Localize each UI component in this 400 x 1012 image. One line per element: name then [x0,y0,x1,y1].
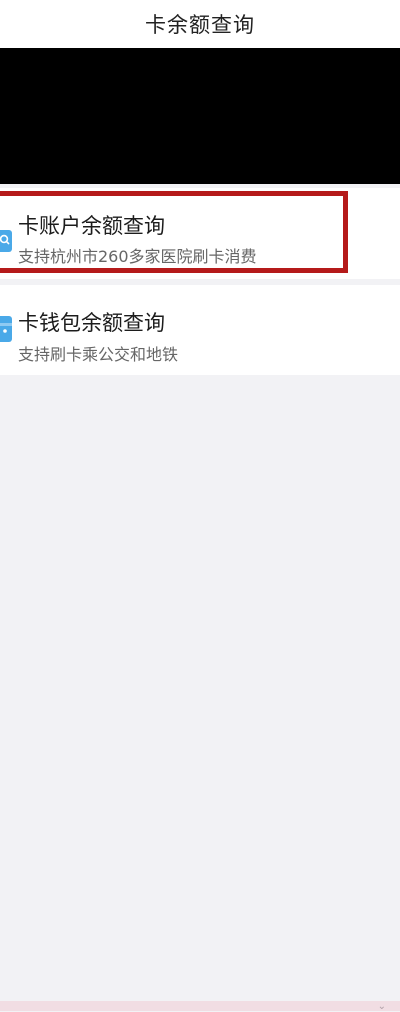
banner-image [0,48,400,184]
chevron-down-icon: ⌄ [377,1001,386,1012]
top-bar: 卡余额查询 [0,0,400,48]
card-title: 卡账户余额查询 [18,214,165,238]
card-account-balance-query[interactable]: 卡账户余额查询 支持杭州市260多家医院刷卡消费 [0,188,400,279]
card-subtitle: 支持刷卡乘公交和地铁 [18,345,179,364]
page-title: 卡余额查询 [145,13,255,37]
search-card-icon [0,230,14,256]
wallet-icon [0,314,14,348]
bottom-bar: ⌄ [0,1001,400,1012]
card-subtitle: 支持杭州市260多家医院刷卡消费 [18,247,257,266]
card-title: 卡钱包余额查询 [18,311,165,335]
card-wallet-balance-query[interactable]: 卡钱包余额查询 支持刷卡乘公交和地铁 [0,285,400,375]
